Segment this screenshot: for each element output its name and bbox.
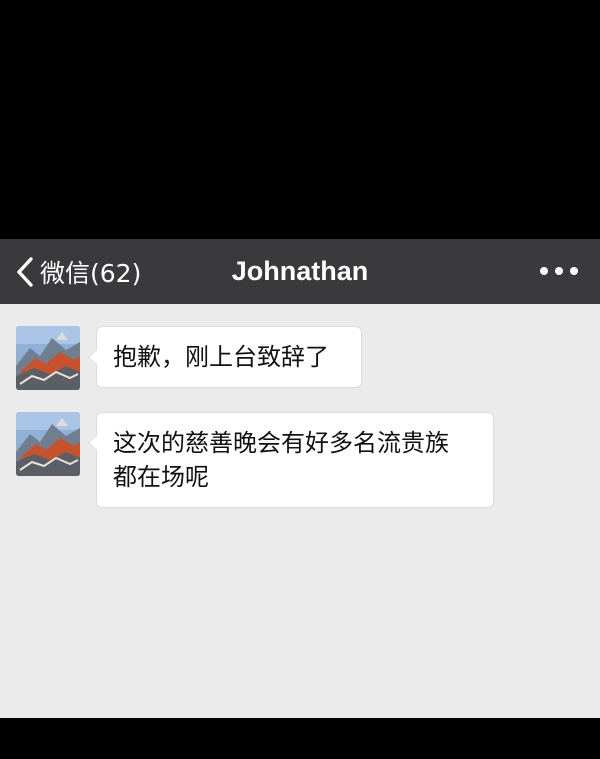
chat-title: Johnathan xyxy=(231,256,369,286)
chat-header: 微信(62) Johnathan xyxy=(0,239,600,304)
top-letterbox xyxy=(0,0,600,239)
more-dots-icon xyxy=(540,267,548,275)
more-options-button[interactable] xyxy=(540,261,578,281)
more-dots-icon xyxy=(570,267,578,275)
message-row: 这次的慈善晚会有好多名流贵族 都在场呢 xyxy=(16,412,494,508)
avatar[interactable] xyxy=(16,326,80,390)
message-bubble[interactable]: 这次的慈善晚会有好多名流贵族 都在场呢 xyxy=(88,412,494,508)
message-text: 抱歉，刚上台致辞了 xyxy=(113,343,329,371)
more-dots-icon xyxy=(555,267,563,275)
message-bubble[interactable]: 抱歉，刚上台致辞了 xyxy=(88,326,362,388)
message-text-line: 都在场呢 xyxy=(113,463,209,491)
message-row: 抱歉，刚上台致辞了 xyxy=(16,326,362,390)
message-list[interactable]: 抱歉，刚上台致辞了 这次的慈善晚会有好多名流贵族 都在场呢 xyxy=(0,304,600,718)
bottom-letterbox xyxy=(0,718,600,759)
avatar[interactable] xyxy=(16,412,80,476)
message-text-line: 这次的慈善晚会有好多名流贵族 xyxy=(113,429,449,457)
